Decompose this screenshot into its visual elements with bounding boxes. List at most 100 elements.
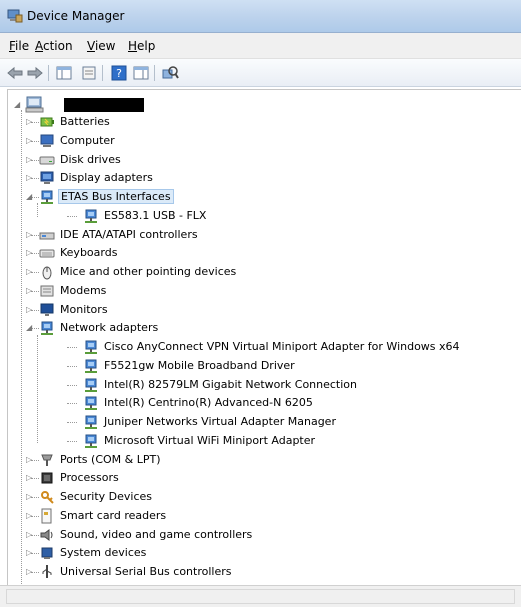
tree-device-item[interactable]: F5521gw Mobile Broadband Driver (8, 357, 521, 375)
mouse-icon (42, 266, 52, 280)
window-title: Device Manager (27, 9, 125, 23)
help-icon[interactable]: ? (110, 65, 128, 81)
tree-category-batteries[interactable]: ▷ Batteries (8, 113, 521, 131)
category-label: Monitors (60, 303, 108, 316)
expand-arrow-icon[interactable]: ▷ (26, 530, 34, 539)
menu-action[interactable]: Action (35, 39, 73, 53)
category-label: Network adapters (60, 321, 159, 334)
expand-arrow-icon[interactable]: ▷ (26, 548, 34, 557)
tree-category-computer[interactable]: ▷ Computer (8, 132, 521, 150)
monitor-icon (40, 303, 54, 316)
expand-arrow-icon[interactable]: ▷ (26, 173, 34, 182)
expand-arrow-icon[interactable]: ▷ (26, 305, 34, 314)
tree-category-smart-card-readers[interactable]: ▷ Smart card readers (8, 507, 521, 525)
category-label: Modems (60, 284, 107, 297)
tree-category-display-adapters[interactable]: ▷ Display adapters (8, 169, 521, 187)
toolbar-separator (48, 65, 49, 81)
tree-root-computer[interactable]: ◢ (8, 94, 521, 114)
collapse-arrow-icon[interactable]: ◢ (14, 100, 22, 109)
controller-icon (39, 232, 55, 240)
tree-category-modems[interactable]: ▷ Modems (8, 282, 521, 300)
computer-root-icon (25, 96, 44, 113)
tree-device-item[interactable]: Cisco AnyConnect VPN Virtual Miniport Ad… (8, 338, 521, 356)
category-label: Sound, video and game controllers (60, 528, 253, 541)
tree-device-item[interactable]: Microsoft Virtual WiFi Miniport Adapter (8, 432, 521, 450)
keyboard-icon (39, 249, 55, 258)
expand-arrow-icon[interactable]: ▷ (26, 117, 34, 126)
expand-arrow-icon[interactable]: ▷ (26, 286, 34, 295)
tree-device-item[interactable]: Juniper Networks Virtual Adapter Manager (8, 413, 521, 431)
forward-arrow-icon[interactable] (26, 65, 44, 81)
tree-device-item[interactable]: Intel(R) Centrino(R) Advanced-N 6205 (8, 394, 521, 412)
collapse-arrow-icon[interactable]: ◢ (26, 323, 34, 332)
expand-arrow-icon[interactable]: ▷ (26, 473, 34, 482)
scan-hardware-icon[interactable] (161, 65, 179, 81)
device-label: Cisco AnyConnect VPN Virtual Miniport Ad… (104, 340, 460, 353)
toolbar-separator (154, 65, 155, 81)
expand-arrow-icon[interactable]: ▷ (26, 267, 34, 276)
category-label: System devices (60, 546, 147, 559)
expand-arrow-icon[interactable]: ▷ (26, 455, 34, 464)
network-icon (85, 359, 97, 373)
expand-arrow-icon[interactable]: ▷ (26, 230, 34, 239)
security-icon (41, 491, 54, 504)
device-label: Intel(R) 82579LM Gigabit Network Connect… (104, 378, 357, 391)
device-label: Microsoft Virtual WiFi Miniport Adapter (104, 434, 316, 447)
tree-category-disk-drives[interactable]: ▷ Disk drives (8, 151, 521, 169)
toolbar: ? (0, 59, 521, 87)
network-icon (85, 415, 97, 429)
network-icon (85, 434, 97, 448)
device-label: Intel(R) Centrino(R) Advanced-N 6205 (104, 396, 313, 409)
expand-arrow-icon[interactable]: ▷ (26, 567, 34, 576)
toolbar-separator (102, 65, 103, 81)
expand-arrow-icon[interactable]: ▷ (26, 511, 34, 520)
tree-category-keyboards[interactable]: ▷ Keyboards (8, 244, 521, 262)
tree-category-system-devices[interactable]: ▷ System devices (8, 544, 521, 562)
tree-category-ide-ata-atapi-controllers[interactable]: ▷ IDE ATA/ATAPI controllers (8, 226, 521, 244)
tree-category-monitors[interactable]: ▷ Monitors (8, 301, 521, 319)
tree-device-item[interactable]: ES583.1 USB - FLX (8, 207, 521, 225)
sound-icon (40, 529, 53, 541)
expand-arrow-icon[interactable]: ▷ (26, 155, 34, 164)
menu-bar: File Action View Help (0, 33, 521, 59)
tree-category-universal-serial-bus-controllers[interactable]: ▷ Universal Serial Bus controllers (8, 563, 521, 581)
category-label: ETAS Bus Interfaces (58, 189, 174, 204)
computer-icon (40, 134, 54, 147)
menu-file[interactable]: File (9, 39, 29, 53)
menu-view[interactable]: View (87, 39, 115, 53)
back-arrow-icon[interactable] (6, 65, 24, 81)
network-icon (85, 396, 97, 410)
category-label: Security Devices (60, 490, 153, 503)
category-label: Universal Serial Bus controllers (60, 565, 232, 578)
title-bar[interactable]: Device Manager (0, 0, 521, 33)
device-label: ES583.1 USB - FLX (104, 209, 207, 222)
device-label: F5521gw Mobile Broadband Driver (104, 359, 295, 372)
device-tree-pane[interactable]: ◢ ▷ Batteries ▷ Computer ▷ Disk drives ▷ Displa… (7, 89, 521, 586)
tree-category-network-adapters[interactable]: ◢ Network adapters (8, 319, 521, 337)
category-label: Smart card readers (60, 509, 167, 522)
expand-arrow-icon[interactable]: ▷ (26, 492, 34, 501)
network-icon (85, 378, 97, 392)
tree-category-security-devices[interactable]: ▷ Security Devices (8, 488, 521, 506)
show-hide-tree-icon[interactable] (55, 65, 73, 81)
network-icon (85, 209, 97, 223)
tree-category-mice-and-other-pointing-devices[interactable]: ▷ Mice and other pointing devices (8, 263, 521, 281)
network-icon (41, 321, 53, 335)
tree-category-etas-bus-interfaces[interactable]: ◢ ETAS Bus Interfaces (8, 188, 521, 206)
collapse-arrow-icon[interactable]: ◢ (26, 192, 34, 201)
device-label: Juniper Networks Virtual Adapter Manager (104, 415, 336, 428)
action-pane-icon[interactable] (132, 65, 150, 81)
expand-arrow-icon[interactable]: ▷ (26, 248, 34, 257)
properties-icon[interactable] (80, 65, 98, 81)
tree-category-processors[interactable]: ▷ Processors (8, 469, 521, 487)
svg-text:?: ? (116, 67, 122, 80)
tree-category-ports-com-lpt[interactable]: ▷ Ports (COM & LPT) (8, 451, 521, 469)
tree-device-item[interactable]: Intel(R) 82579LM Gigabit Network Connect… (8, 376, 521, 394)
category-label: Display adapters (60, 171, 153, 184)
tree-category-sound-video-and-game-controllers[interactable]: ▷ Sound, video and game controllers (8, 526, 521, 544)
expand-arrow-icon[interactable]: ▷ (26, 136, 34, 145)
redacted-computer-name (64, 98, 144, 112)
category-label: Batteries (60, 115, 110, 128)
network-icon (85, 340, 97, 354)
menu-help[interactable]: Help (128, 39, 155, 53)
